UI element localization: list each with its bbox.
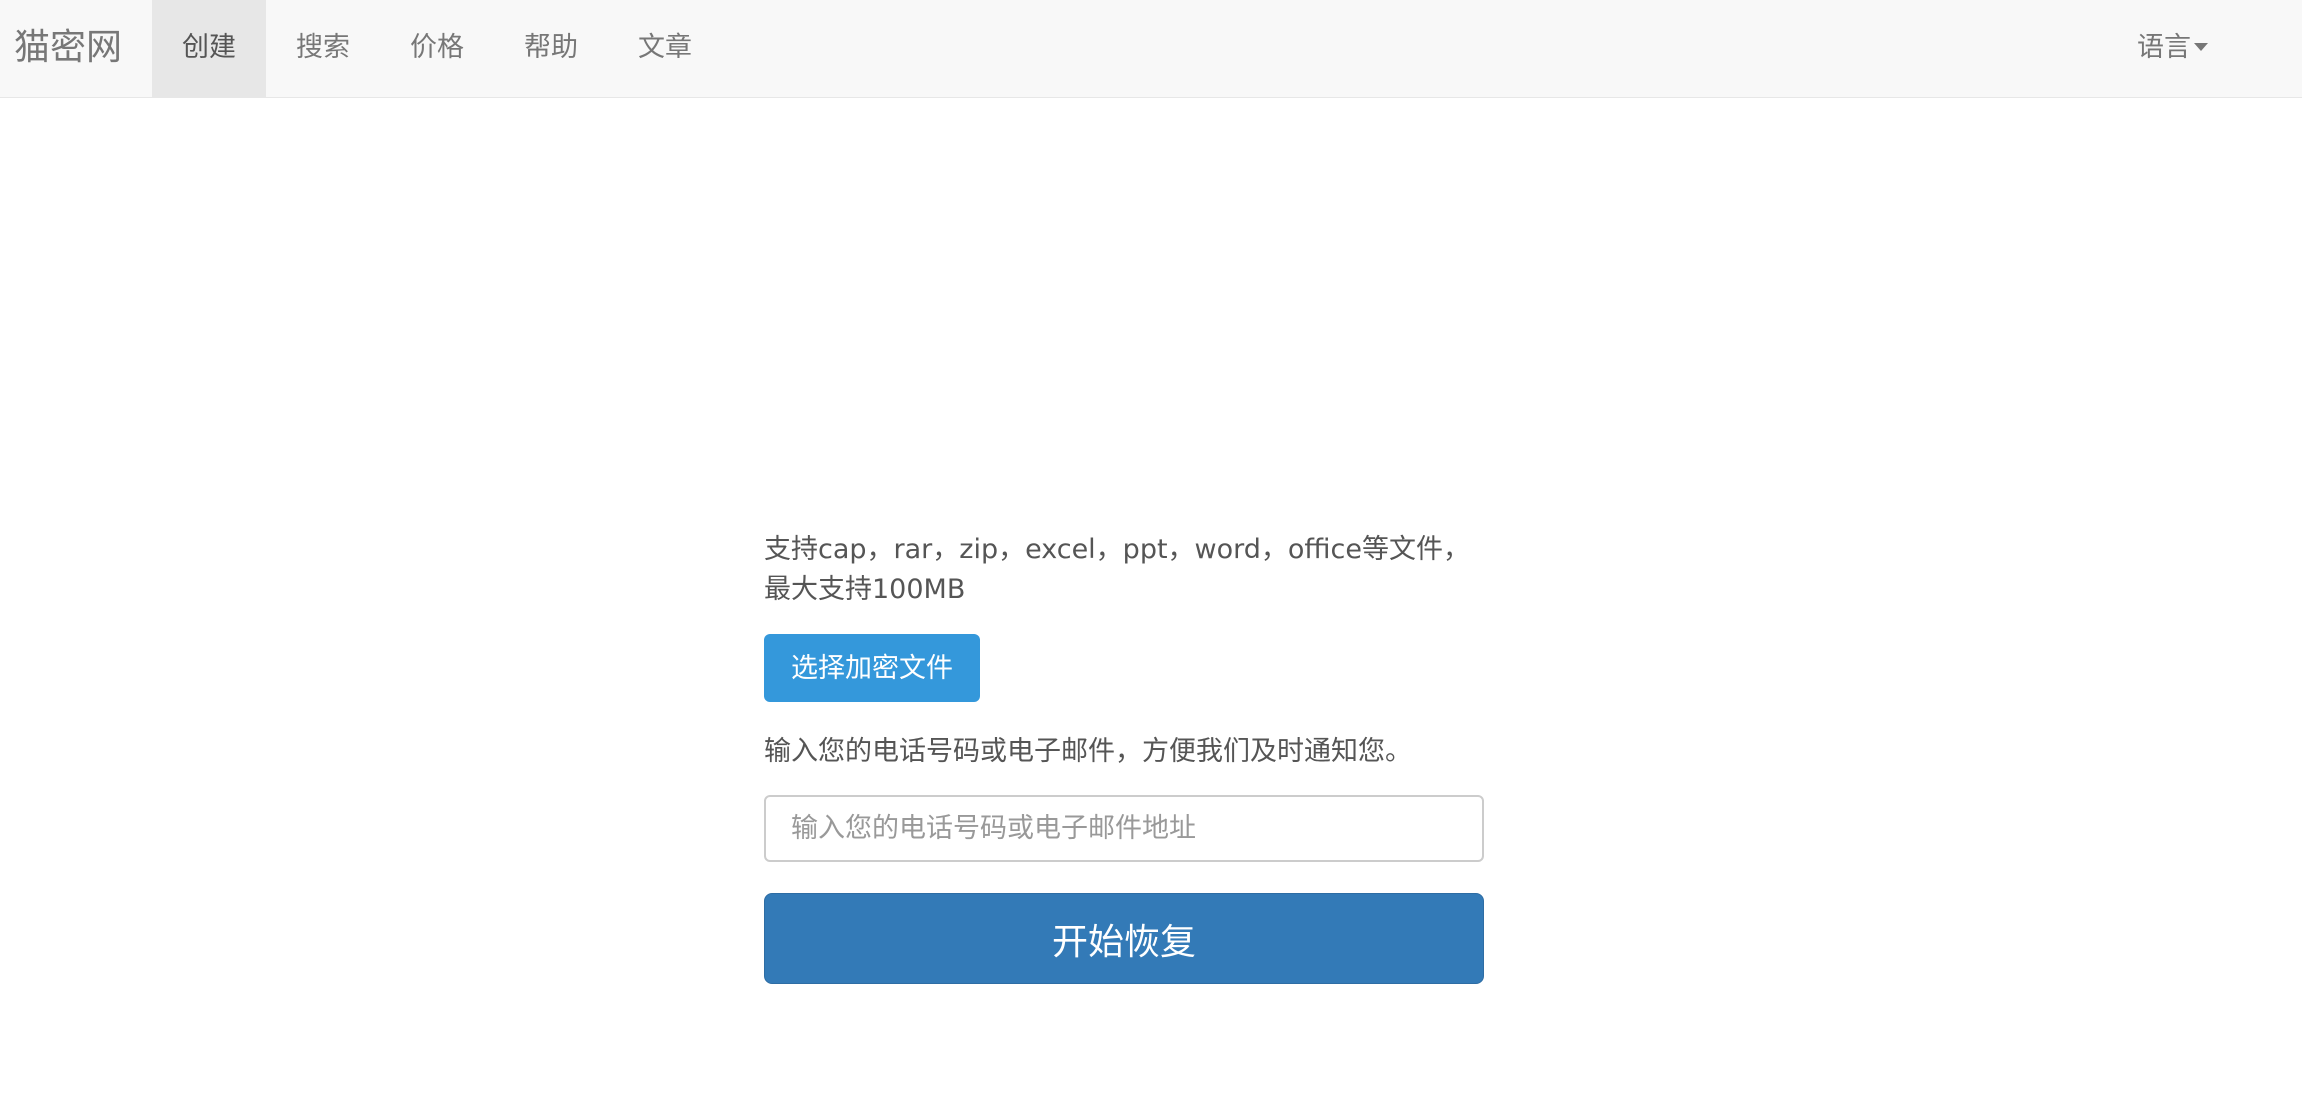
contact-input[interactable] [764,795,1484,862]
nav-item-articles[interactable]: 文章 [608,0,722,97]
main-nav: 创建 搜索 价格 帮助 文章 [152,0,722,98]
language-label: 语言 [2137,32,2191,63]
language-dropdown[interactable]: 语言 [2137,0,2208,98]
brand-logo[interactable]: 猫密网 [14,0,122,98]
nav-item-create[interactable]: 创建 [152,0,266,97]
nav-item-search[interactable]: 搜索 [266,0,380,97]
supported-formats-text: 支持cap，rar，zip，excel，ppt，word，office等文件，最… [764,534,1470,605]
nav-item-pricing[interactable]: 价格 [380,0,494,97]
choose-encrypted-file-button[interactable]: 选择加密文件 [764,634,980,702]
contact-hint: 输入您的电话号码或电子邮件，方便我们及时通知您。 [764,736,1412,767]
nav-item-help[interactable]: 帮助 [494,0,608,97]
top-navbar: 猫密网 创建 搜索 价格 帮助 文章 语言 [0,0,2302,98]
start-recovery-button[interactable]: 开始恢复 [764,893,1484,984]
recovery-form: 支持cap，rar，zip，excel，ppt，word，office等文件，最… [764,530,1484,984]
caret-down-icon [2194,42,2208,51]
